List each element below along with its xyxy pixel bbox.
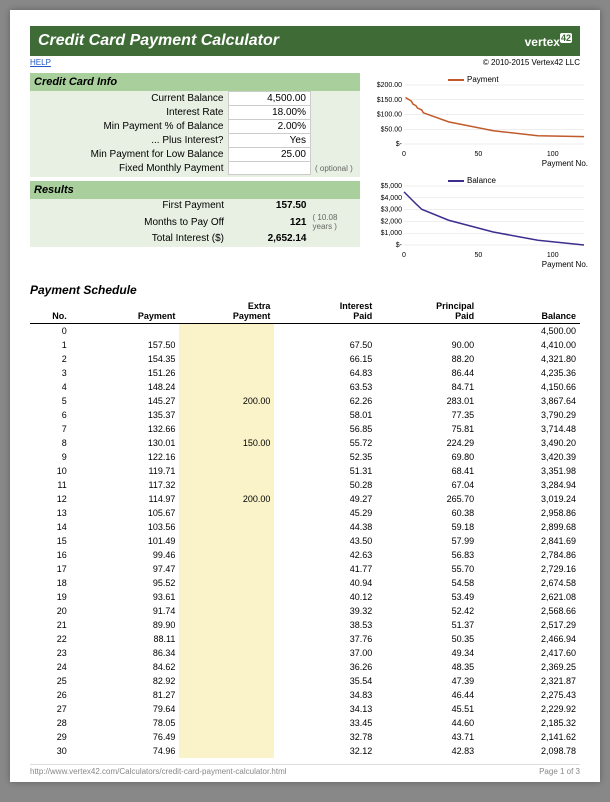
table-row: 13105.6745.2960.382,958.86 [30, 506, 580, 520]
svg-text:$200.00: $200.00 [377, 82, 402, 89]
table-row: 1157.5067.5090.004,410.00 [30, 338, 580, 352]
schedule-title: Payment Schedule [30, 283, 580, 297]
svg-text:$-: $- [396, 141, 403, 148]
svg-text:$50.00: $50.00 [381, 126, 403, 133]
payment-chart: Payment $-$50.00$100.00$150.00$200.00050… [368, 73, 588, 168]
table-row: 14103.5644.3859.182,899.68 [30, 520, 580, 534]
svg-text:$1,000: $1,000 [381, 230, 403, 237]
table-row: 2681.2734.8346.442,275.43 [30, 688, 580, 702]
info-value[interactable]: Yes [228, 134, 311, 148]
info-section-header: Credit Card Info [30, 73, 360, 91]
svg-text:50: 50 [474, 151, 482, 158]
table-row: 6135.3758.0177.353,790.29 [30, 408, 580, 422]
results-section-header: Results [30, 181, 360, 199]
info-label: ... Plus Interest? [30, 134, 228, 148]
page-title: Credit Card Payment Calculator [38, 32, 279, 50]
info-value[interactable]: 25.00 [228, 148, 311, 162]
document-page: Credit Card Payment Calculator vertex42 … [10, 10, 600, 782]
copyright: © 2010-2015 Vertex42 LLC [483, 58, 580, 67]
info-label: Min Payment for Low Balance [30, 148, 228, 162]
table-row: 2288.1137.7650.352,466.94 [30, 632, 580, 646]
total-interest-value: 2,652.14 [228, 232, 311, 245]
footer-page: Page 1 of 3 [539, 767, 580, 776]
help-link[interactable]: HELP [30, 58, 51, 67]
svg-text:$3,000: $3,000 [381, 207, 403, 214]
col-extra: ExtraPayment [179, 299, 274, 324]
col-balance: Balance [478, 299, 580, 324]
info-label: Fixed Monthly Payment [30, 162, 228, 175]
footer: http://www.vertex42.com/Calculators/cred… [30, 764, 580, 776]
svg-text:0: 0 [402, 252, 406, 259]
table-row: 3151.2664.8386.444,235.36 [30, 366, 580, 380]
table-row: 12114.97200.0049.27265.703,019.24 [30, 492, 580, 506]
table-row: 10119.7151.3168.413,351.98 [30, 464, 580, 478]
table-row: 2091.7439.3252.422,568.66 [30, 604, 580, 618]
table-row: 7132.6656.8575.813,714.48 [30, 422, 580, 436]
table-row: 2484.6236.2648.352,369.25 [30, 660, 580, 674]
sub-bar: HELP © 2010-2015 Vertex42 LLC [30, 56, 580, 73]
info-label: Current Balance [30, 92, 228, 106]
svg-text:0: 0 [402, 151, 406, 158]
col-principal: PrincipalPaid [376, 299, 478, 324]
table-row: 1797.4741.7755.702,729.16 [30, 562, 580, 576]
info-value[interactable]: 4,500.00 [228, 92, 311, 106]
table-row: 2779.6434.1345.512,229.92 [30, 702, 580, 716]
table-row: 11117.3250.2867.043,284.94 [30, 478, 580, 492]
col-payment: Payment [71, 299, 180, 324]
svg-text:50: 50 [474, 252, 482, 259]
table-row: 1993.6140.1253.492,621.08 [30, 590, 580, 604]
info-label: Min Payment % of Balance [30, 120, 228, 134]
table-row: 04,500.00 [30, 324, 580, 338]
table-row: 4148.2463.5384.714,150.66 [30, 380, 580, 394]
svg-text:$150.00: $150.00 [377, 97, 402, 104]
table-row: 1699.4642.6356.832,784.86 [30, 548, 580, 562]
first-payment-value: 157.50 [228, 199, 311, 212]
table-row: 2976.4932.7843.712,141.62 [30, 730, 580, 744]
footer-url: http://www.vertex42.com/Calculators/cred… [30, 767, 287, 776]
balance-chart: Balance $-$1,000$2,000$3,000$4,000$5,000… [368, 174, 588, 269]
months-label: Months to Pay Off [30, 212, 228, 232]
table-row: 3074.9632.1242.832,098.78 [30, 744, 580, 758]
months-value: 121 [228, 212, 311, 232]
table-row: 2582.9235.5447.392,321.87 [30, 674, 580, 688]
svg-text:$4,000: $4,000 [381, 195, 403, 202]
title-banner: Credit Card Payment Calculator vertex42 [30, 26, 580, 56]
credit-card-info: Credit Card Info Current Balance4,500.00… [30, 73, 360, 177]
table-row: 2189.9038.5351.372,517.29 [30, 618, 580, 632]
total-interest-label: Total Interest ($) [30, 232, 228, 245]
svg-text:$-: $- [396, 242, 403, 249]
svg-text:100: 100 [547, 252, 559, 259]
table-row: 8130.01150.0055.72224.293,490.20 [30, 436, 580, 450]
table-row: 2154.3566.1588.204,321.80 [30, 352, 580, 366]
table-row: 15101.4943.5057.992,841.69 [30, 534, 580, 548]
table-row: 9122.1652.3569.803,420.39 [30, 450, 580, 464]
table-row: 1895.5240.9454.582,674.58 [30, 576, 580, 590]
svg-text:$5,000: $5,000 [381, 183, 403, 190]
table-row: 2878.0533.4544.602,185.32 [30, 716, 580, 730]
table-row: 5145.27200.0062.26283.013,867.64 [30, 394, 580, 408]
svg-text:$100.00: $100.00 [377, 112, 402, 119]
brand-logo: vertex42 [525, 33, 572, 49]
first-payment-label: First Payment [30, 199, 228, 212]
col-no: No. [30, 299, 71, 324]
results-block: Results First Payment157.50 Months to Pa… [30, 181, 360, 247]
svg-text:100: 100 [547, 151, 559, 158]
info-value[interactable]: 2.00% [228, 120, 311, 134]
info-value[interactable] [228, 162, 311, 175]
info-value[interactable]: 18.00% [228, 106, 311, 120]
table-row: 2386.3437.0049.342,417.60 [30, 646, 580, 660]
info-label: Interest Rate [30, 106, 228, 120]
svg-text:$2,000: $2,000 [381, 218, 403, 225]
col-interest: InterestPaid [274, 299, 376, 324]
payment-schedule-table: No.PaymentExtraPaymentInterestPaidPrinci… [30, 299, 580, 758]
months-note: ( 10.08 years ) [311, 212, 361, 232]
